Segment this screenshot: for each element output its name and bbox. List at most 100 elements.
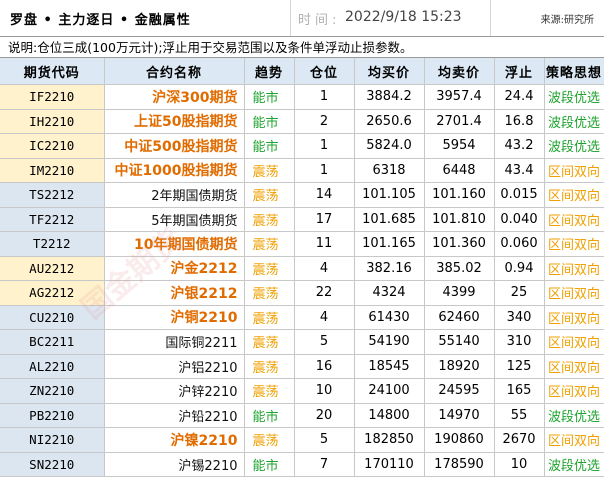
position-cell: 4 (294, 305, 355, 330)
avg-buy-cell: 5824.0 (354, 133, 425, 159)
contract-code-cell: IC2210 (0, 133, 105, 159)
trend-cell: 震荡 (244, 280, 295, 306)
table-row: AL2210 沪铝2210 震荡 16 18545 18920 125 区间双向 (0, 354, 604, 379)
position-cell: 4 (294, 256, 355, 281)
strategy-cell: 波段优选 (544, 109, 604, 134)
position-cell: 14 (294, 182, 355, 208)
strategy-cell: 区间双向 (544, 207, 604, 232)
strategy-cell: 波段优选 (544, 403, 604, 428)
stop-cell: 340 (494, 305, 545, 330)
contract-name-cell: 沪铝2210 (104, 354, 245, 379)
contract-name-cell: 沪深300期货 (104, 84, 245, 110)
avg-buy-cell: 14800 (354, 403, 425, 428)
contract-code-cell: PB2210 (0, 403, 105, 428)
contract-code-cell: AL2210 (0, 354, 105, 379)
strategy-cell: 区间双向 (544, 280, 604, 306)
avg-sell-cell: 55140 (424, 329, 495, 355)
stop-cell: 0.040 (494, 207, 545, 232)
stop-cell: 2670 (494, 427, 545, 453)
avg-buy-cell: 3884.2 (354, 84, 425, 110)
avg-sell-cell: 101.810 (424, 207, 495, 232)
avg-buy-cell: 4324 (354, 280, 425, 306)
avg-buy-cell: 18545 (354, 354, 425, 379)
col-header-stop: 浮止 (494, 58, 545, 85)
header-divider (290, 0, 291, 36)
contract-name-cell: 沪铅2210 (104, 403, 245, 428)
avg-buy-cell: 382.16 (354, 256, 425, 281)
contract-code-cell: IM2210 (0, 158, 105, 183)
contract-code-cell: BC2211 (0, 329, 105, 355)
stop-cell: 43.2 (494, 133, 545, 159)
position-cell: 16 (294, 354, 355, 379)
trend-cell: 震荡 (244, 354, 295, 379)
avg-sell-cell: 18920 (424, 354, 495, 379)
col-header-trend: 趋势 (244, 58, 295, 85)
table-row: TF2212 5年期国债期货 震荡 17 101.685 101.810 0.040 区间双向 (0, 207, 604, 232)
position-cell: 7 (294, 452, 355, 477)
position-cell: 22 (294, 280, 355, 306)
stop-cell: 24.4 (494, 84, 545, 110)
table-row: SN2210 沪锡2210 能市 7 170110 178590 10 波段优选 (0, 452, 604, 477)
col-header-code: 期货代码 (0, 58, 105, 85)
strategy-cell: 波段优选 (544, 84, 604, 110)
avg-sell-cell: 14970 (424, 403, 495, 428)
contract-name-cell: 沪锡2210 (104, 452, 245, 477)
contract-name-cell: 10年期国债期货 (104, 231, 245, 257)
avg-sell-cell: 3957.4 (424, 84, 495, 110)
stop-cell: 16.8 (494, 109, 545, 134)
trend-cell: 震荡 (244, 378, 295, 404)
contract-name-cell: 2年期国债期货 (104, 182, 245, 208)
position-cell: 5 (294, 329, 355, 355)
avg-buy-cell: 101.165 (354, 231, 425, 257)
contract-code-cell: ZN2210 (0, 378, 105, 404)
strategy-cell: 区间双向 (544, 182, 604, 208)
position-cell: 2 (294, 109, 355, 134)
avg-buy-cell: 101.685 (354, 207, 425, 232)
position-cell: 1 (294, 158, 355, 183)
avg-buy-cell: 24100 (354, 378, 425, 404)
trend-cell: 震荡 (244, 427, 295, 453)
table-row: PB2210 沪铅2210 能市 20 14800 14970 55 波段优选 (0, 403, 604, 428)
table-row: IH2210 上证50股指期货 能市 2 2650.6 2701.4 16.8 波段优选 (0, 109, 604, 134)
avg-sell-cell: 190860 (424, 427, 495, 453)
strategy-cell: 区间双向 (544, 305, 604, 330)
source-label: 来源:研究所 (540, 15, 594, 26)
table-row: IC2210 中证500股指期货 能市 1 5824.0 5954 43.2 波段优选 (0, 133, 604, 159)
table-row: NI2210 沪镍2210 震荡 5 182850 190860 2670 区间双向 (0, 427, 604, 453)
stop-cell: 0.015 (494, 182, 545, 208)
table-row: ZN2210 沪锌2210 震荡 10 24100 24595 165 区间双向 (0, 378, 604, 404)
table-row: IF2210 沪深300期货 能市 1 3884.2 3957.4 24.4 波段优选 (0, 84, 604, 110)
stop-cell: 25 (494, 280, 545, 306)
avg-buy-cell: 6318 (354, 158, 425, 183)
report-header: 罗盘 • 主力逐日 • 金融属性 时间: 2022/9/18 15:23 来源:… (0, 0, 604, 37)
col-header-name: 合约名称 (104, 58, 245, 85)
trend-cell: 震荡 (244, 305, 295, 330)
avg-buy-cell: 54190 (354, 329, 425, 355)
trend-cell: 震荡 (244, 182, 295, 208)
trend-cell: 震荡 (244, 207, 295, 232)
contract-name-cell: 沪金2212 (104, 256, 245, 281)
col-header-strategy: 策略思想 (544, 58, 604, 85)
contract-name-cell: 沪锌2210 (104, 378, 245, 404)
table-header-row: 期货代码 合约名称 趋势 仓位 均买价 均卖价 浮止 策略思想 (0, 58, 604, 85)
trend-cell: 能市 (244, 452, 295, 477)
avg-buy-cell: 2650.6 (354, 109, 425, 134)
table-row: AG2212 沪银2212 震荡 22 4324 4399 25 区间双向 (0, 280, 604, 306)
contract-code-cell: IF2210 (0, 84, 105, 110)
trend-cell: 能市 (244, 84, 295, 110)
header-divider (490, 0, 491, 36)
contract-name-cell: 中证500股指期货 (104, 133, 245, 159)
avg-sell-cell: 5954 (424, 133, 495, 159)
position-cell: 1 (294, 84, 355, 110)
stop-cell: 43.4 (494, 158, 545, 183)
strategy-cell: 区间双向 (544, 158, 604, 183)
strategy-cell: 波段优选 (544, 452, 604, 477)
position-cell: 20 (294, 403, 355, 428)
description-note: 说明:仓位三成(100万元计);浮止用于交易范围以及条件单浮动止损参数。 (0, 37, 604, 58)
contract-code-cell: TS2212 (0, 182, 105, 208)
strategy-cell: 区间双向 (544, 329, 604, 355)
time-label: 时间: (298, 13, 341, 28)
strategy-cell: 区间双向 (544, 378, 604, 404)
table-row: BC2211 国际铜2211 震荡 5 54190 55140 310 区间双向 (0, 329, 604, 355)
time-value: 2022/9/18 15:23 (345, 9, 462, 25)
